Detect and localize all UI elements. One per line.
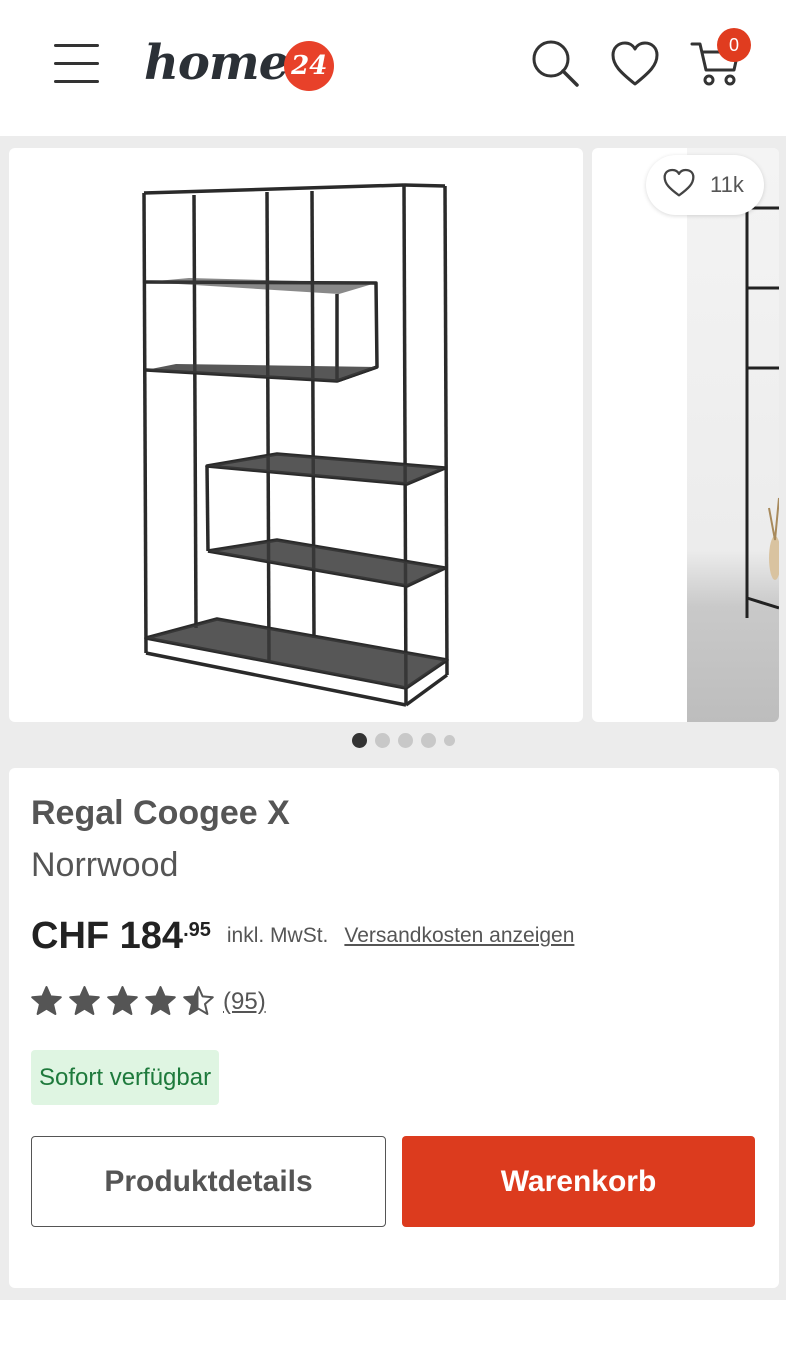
site-header: home 24 — [0, 0, 786, 136]
heart-icon — [662, 168, 696, 202]
rating-row: (95) — [30, 985, 266, 1018]
room-scene-image — [687, 148, 779, 722]
wishlist-like-button[interactable]: 11k — [646, 155, 764, 215]
tax-note: inkl. MwSt. — [226, 924, 329, 947]
star-icon — [183, 986, 214, 1015]
logo-text: home — [144, 35, 289, 91]
gallery-dot[interactable] — [352, 733, 367, 748]
product-brand: Norrwood — [31, 846, 179, 884]
gallery-dot[interactable] — [375, 733, 390, 748]
menu-icon[interactable] — [54, 42, 100, 84]
star-icon — [69, 986, 100, 1015]
shipping-costs-link[interactable]: Versandkosten anzeigen — [344, 924, 574, 948]
availability-badge: Sofort verfügbar — [31, 1050, 220, 1105]
review-count-link[interactable]: (95) — [223, 988, 266, 1016]
gallery-dot[interactable] — [421, 733, 436, 748]
product-title[interactable]: Regal Coogee X — [31, 794, 290, 833]
heart-icon[interactable] — [610, 40, 660, 88]
home24-logo[interactable]: home 24 — [144, 30, 335, 96]
product-details-button[interactable]: Produktdetails — [31, 1136, 386, 1227]
price-cents: .95 — [183, 919, 211, 941]
gallery-dot[interactable] — [444, 735, 455, 746]
page-footer-area — [0, 1300, 786, 1350]
gallery-dot[interactable] — [398, 733, 413, 748]
product-image-next[interactable] — [592, 148, 779, 722]
star-icon — [107, 986, 138, 1015]
star-icon — [145, 986, 176, 1015]
add-to-cart-button[interactable]: Warenkorb — [402, 1136, 755, 1227]
product-image[interactable] — [9, 148, 583, 722]
like-count: 11k — [710, 172, 744, 197]
price-row: CHF 184 .95 inkl. MwSt. Versandkosten an… — [31, 912, 574, 960]
star-icon — [31, 986, 62, 1015]
cart-count-badge: 0 — [717, 28, 751, 62]
price-main: CHF 184 — [31, 915, 184, 957]
logo-badge: 24 — [284, 41, 335, 91]
search-icon[interactable] — [530, 38, 580, 88]
shelf-illustration — [142, 183, 449, 707]
gallery-pagination — [352, 733, 455, 748]
star-rating[interactable] — [30, 985, 215, 1018]
